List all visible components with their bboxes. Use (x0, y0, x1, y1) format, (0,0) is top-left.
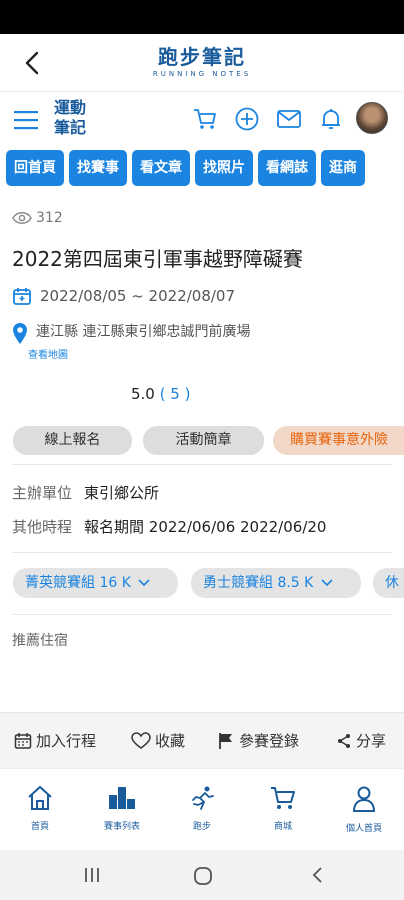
bottom-nav-events-label: 賽事列表 (103, 822, 140, 832)
divider (12, 464, 392, 465)
rating-score: 5.0 (131, 385, 155, 403)
tab-articles[interactable]: 看文章 (132, 150, 190, 186)
top-nav: 運動筆記 (0, 92, 404, 148)
schedule-value: 報名期間 2022/06/06 2022/06/20 (84, 518, 327, 536)
divider (12, 552, 392, 553)
back-arrow-icon[interactable] (18, 48, 48, 78)
recent-apps-icon[interactable] (82, 865, 102, 885)
event-location: 連江縣 連江縣東引鄉忠誠門前廣場 查看地圖 (12, 322, 250, 366)
status-bar (0, 0, 404, 34)
schedule-row: 其他時程 報名期間 2022/06/06 2022/06/20 (12, 516, 326, 537)
organizer-row: 主辦單位 東引鄉公所 (12, 482, 159, 503)
bottom-nav-home-label: 首頁 (30, 822, 49, 832)
flag-icon (219, 732, 232, 749)
divider (12, 614, 392, 615)
share-label: 分享 (356, 732, 387, 750)
mail-icon[interactable] (276, 106, 302, 132)
chevron-down-icon (321, 579, 333, 587)
organizer-value: 東引鄉公所 (84, 484, 160, 502)
rating-count[interactable]: ( 5 ) (160, 385, 191, 403)
participate-register-button[interactable]: 參賽登錄 (217, 730, 299, 751)
brand-logo[interactable]: 跑步筆記 RUNNING NOTES (150, 46, 254, 78)
tab-photos[interactable]: 找照片 (195, 150, 253, 186)
bottom-nav: 首頁 賽事列表 跑步 商城 個人首頁 (0, 768, 404, 848)
eye-icon (12, 212, 32, 224)
online-register-button[interactable]: 線上報名 (13, 426, 132, 455)
cart-icon[interactable] (192, 106, 218, 132)
event-rating: 5.0 ( 5 ) (131, 385, 190, 403)
brochure-button[interactable]: 活動簡章 (143, 426, 264, 455)
bottom-nav-shop[interactable]: 商城 (253, 785, 313, 832)
view-count-value: 312 (36, 210, 63, 226)
sport-notes-logo[interactable]: 運動筆記 (54, 98, 98, 138)
runner-icon (192, 786, 214, 810)
bottom-nav-home[interactable]: 首頁 (10, 785, 70, 832)
bottom-nav-profile[interactable]: 個人首頁 (334, 785, 394, 834)
participate-label: 參賽登錄 (239, 732, 300, 750)
schedule-label: 其他時程 (12, 518, 73, 536)
location-pin-icon (13, 323, 27, 344)
add-schedule-label: 加入行程 (36, 732, 97, 750)
action-bar: 加入行程 收藏 參賽登錄 分享 (0, 712, 404, 768)
brand-title: 跑步筆記 (158, 45, 246, 69)
system-nav-bar (0, 850, 404, 900)
podium-icon (109, 787, 135, 809)
event-actions: 線上報名 活動簡章 購買賽事意外險 (13, 426, 404, 456)
tab-blogs[interactable]: 看網誌 (258, 150, 316, 186)
organizer-label: 主辦單位 (12, 484, 73, 502)
view-map-link[interactable]: 查看地圖 (28, 346, 250, 366)
favorite-label: 收藏 (155, 732, 186, 750)
view-count: 312 (12, 210, 63, 226)
share-icon (338, 733, 350, 748)
bottom-nav-running-label: 跑步 (192, 822, 211, 832)
tab-home[interactable]: 回首頁 (6, 150, 64, 186)
home-button-icon[interactable] (192, 865, 214, 887)
race-group-label: 勇士競賽組 8.5 K (203, 575, 314, 591)
race-groups: 菁英競賽組 16 K 勇士競賽組 8.5 K 休 (13, 568, 404, 598)
race-group-chip[interactable]: 勇士競賽組 8.5 K (191, 568, 361, 598)
add-circle-icon[interactable] (234, 106, 260, 132)
event-title: 2022第四屆東引軍事越野障礙賽 (12, 247, 303, 271)
person-icon (352, 786, 376, 812)
tab-shop[interactable]: 逛商 (321, 150, 365, 186)
race-group-label: 菁英競賽組 16 K (25, 575, 131, 591)
hamburger-menu-icon[interactable] (14, 110, 38, 130)
add-schedule-button[interactable]: 加入行程 (14, 730, 96, 751)
brand-subtitle: RUNNING NOTES (152, 70, 252, 78)
chevron-down-icon (138, 579, 150, 587)
race-group-chip[interactable]: 菁英競賽組 16 K (13, 568, 178, 598)
avatar[interactable] (356, 102, 388, 134)
share-button[interactable]: 分享 (336, 730, 386, 751)
race-group-chip[interactable]: 休 (373, 568, 404, 598)
home-icon (28, 786, 52, 810)
buy-insurance-button[interactable]: 購買賽事意外險 (273, 426, 404, 455)
race-group-label: 休 (385, 575, 399, 591)
system-back-icon[interactable] (308, 865, 328, 885)
calendar-icon (13, 288, 31, 305)
bottom-nav-profile-label: 個人首頁 (345, 824, 382, 834)
bottom-nav-shop-label: 商城 (273, 822, 292, 832)
event-dates: 2022/08/05 ~ 2022/08/07 (12, 286, 235, 306)
calendar-icon (14, 732, 32, 749)
event-location-text: 連江縣 連江縣東引鄉忠誠門前廣場 (36, 324, 251, 340)
recommended-lodging-label: 推薦住宿 (12, 633, 68, 649)
app-bar: 跑步筆記 RUNNING NOTES (0, 34, 404, 92)
event-date-range: 2022/08/05 ~ 2022/08/07 (40, 287, 236, 305)
bottom-nav-running[interactable]: 跑步 (172, 785, 232, 832)
tab-find-events[interactable]: 找賽事 (69, 150, 127, 186)
quick-tabs: 回首頁 找賽事 看文章 找照片 看網誌 逛商 (0, 150, 404, 194)
bell-icon[interactable] (318, 106, 344, 132)
heart-icon (131, 731, 151, 749)
cart-icon (271, 787, 295, 809)
favorite-button[interactable]: 收藏 (131, 730, 185, 751)
bottom-nav-events[interactable]: 賽事列表 (92, 785, 152, 832)
